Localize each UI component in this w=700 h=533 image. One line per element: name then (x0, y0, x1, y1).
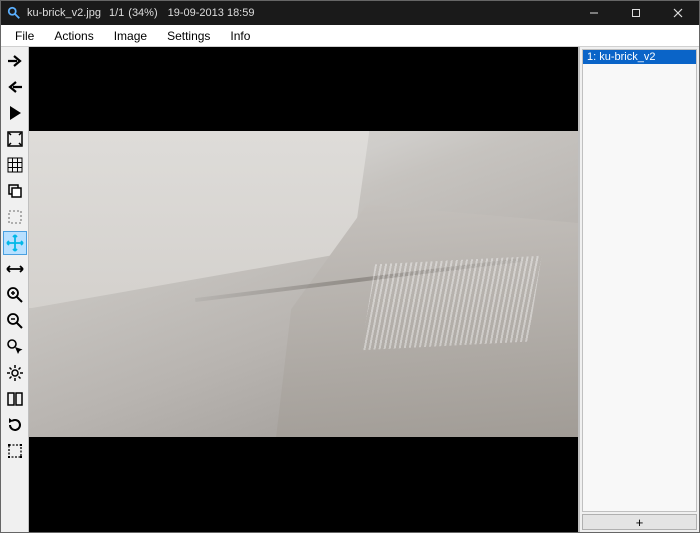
title-filename: ku-brick_v2.jpg (27, 7, 101, 19)
selection-button[interactable] (3, 205, 27, 229)
grid-button[interactable] (3, 153, 27, 177)
app-icon (7, 6, 21, 20)
gear-icon (6, 364, 24, 382)
list-item[interactable]: 1: ku-brick_v2 (583, 50, 696, 64)
settings-button[interactable] (3, 361, 27, 385)
rotate-button[interactable] (3, 413, 27, 437)
selection-icon (6, 208, 24, 226)
image-list[interactable]: 1: ku-brick_v2 (582, 49, 697, 512)
add-button[interactable]: + (582, 514, 697, 530)
crop-icon (6, 442, 24, 460)
canvas-letterbox-bottom (29, 437, 578, 532)
zoom-out-button[interactable] (3, 309, 27, 333)
fit-width-icon (6, 260, 24, 278)
fit-width-button[interactable] (3, 257, 27, 281)
left-toolbar (1, 47, 29, 532)
titlebar: ku-brick_v2.jpg 1/1 (34%) 19-09-2013 18:… (1, 1, 699, 25)
move-icon (6, 234, 24, 252)
window-buttons (573, 1, 699, 25)
close-button[interactable] (657, 1, 699, 25)
minimize-button[interactable] (573, 1, 615, 25)
prev-button[interactable] (3, 75, 27, 99)
menu-image[interactable]: Image (104, 27, 157, 45)
zoom-out-icon (6, 312, 24, 330)
menubar: File Actions Image Settings Info (1, 25, 699, 47)
menu-file[interactable]: File (5, 27, 44, 45)
compare-button[interactable] (3, 387, 27, 411)
arrow-left-icon (6, 78, 24, 96)
rotate-icon (6, 416, 24, 434)
compare-icon (6, 390, 24, 408)
crop-button[interactable] (3, 439, 27, 463)
menu-actions[interactable]: Actions (44, 27, 103, 45)
menu-settings[interactable]: Settings (157, 27, 220, 45)
zoom-in-icon (6, 286, 24, 304)
menu-info[interactable]: Info (220, 27, 260, 45)
slideshow-button[interactable] (3, 101, 27, 125)
pointer-zoom-icon (6, 338, 24, 356)
maximize-button[interactable] (615, 1, 657, 25)
grid-icon (6, 156, 24, 174)
right-panel: 1: ku-brick_v2 + (579, 47, 699, 532)
title-zoom: (34%) (128, 7, 157, 19)
image-content (29, 131, 578, 437)
arrow-right-icon (6, 52, 24, 70)
canvas-area[interactable] (29, 47, 579, 532)
fit-window-button[interactable] (3, 127, 27, 151)
copy-icon (6, 182, 24, 200)
copy-button[interactable] (3, 179, 27, 203)
maximize-icon (631, 8, 641, 18)
minimize-icon (589, 8, 599, 18)
close-icon (673, 8, 683, 18)
app-window: ku-brick_v2.jpg 1/1 (34%) 19-09-2013 18:… (0, 0, 700, 533)
canvas-letterbox-top (29, 47, 578, 131)
title-datetime: 19-09-2013 18:59 (168, 7, 255, 19)
next-button[interactable] (3, 49, 27, 73)
play-icon (6, 104, 24, 122)
fit-window-icon (6, 130, 24, 148)
title-count: 1/1 (109, 7, 124, 19)
body: 1: ku-brick_v2 + (1, 47, 699, 532)
pointer-zoom-button[interactable] (3, 335, 27, 359)
zoom-in-button[interactable] (3, 283, 27, 307)
move-button[interactable] (3, 231, 27, 255)
